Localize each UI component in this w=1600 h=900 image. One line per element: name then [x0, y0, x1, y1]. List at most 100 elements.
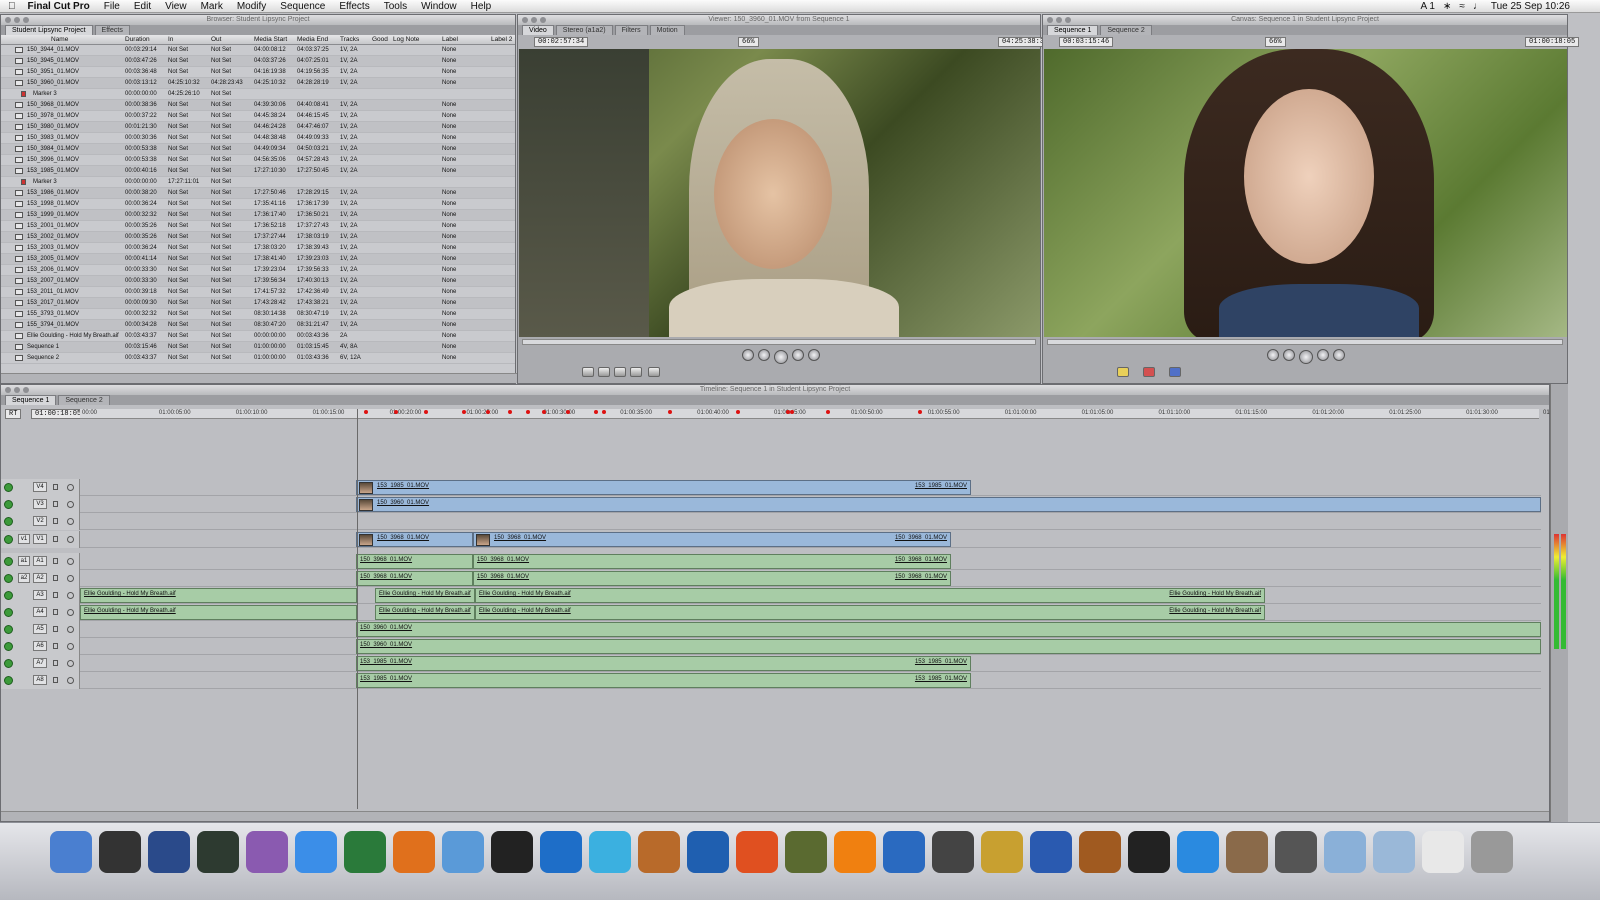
downloads-icon[interactable]: Downloads — [1422, 831, 1464, 873]
track-visibility-icon[interactable] — [4, 535, 13, 544]
photoshop-elements-icon[interactable]: Photoshop Elements — [540, 831, 582, 873]
soundtrack-icon[interactable]: Soundtrack — [197, 831, 239, 873]
play-around-button[interactable] — [792, 349, 804, 361]
close-icon[interactable] — [5, 17, 11, 23]
timeline-clip[interactable]: 150_3968_01.MOV 150_3968_01.MOV — [473, 554, 951, 569]
browser-titlebar[interactable]: Browser: Student Lipsync Project — [1, 15, 515, 25]
mark-in-button[interactable] — [598, 367, 610, 377]
safari-icon[interactable]: Safari — [295, 831, 337, 873]
play-in-out-button[interactable] — [1283, 349, 1295, 361]
timeline-ruler[interactable]: 00:00 01:00:05:00 01:00:10:00 01:00:15:00 01… — [80, 409, 1563, 419]
sequence-marker[interactable] — [668, 410, 672, 414]
browser-row[interactable]: 153_2005_01.MOV 00:00:41:14 Not Set Not Set… — [1, 254, 515, 265]
tab-sequence-2[interactable]: Sequence 2 — [1100, 25, 1152, 35]
sequence-marker[interactable] — [462, 410, 466, 414]
word-icon[interactable]: Word — [687, 831, 729, 873]
browser-scrollbar[interactable] — [1, 373, 517, 383]
sequence-marker[interactable] — [364, 410, 368, 414]
track-label[interactable]: V2 — [33, 516, 47, 526]
menu-view[interactable]: View — [165, 1, 187, 12]
tab-motion[interactable]: Motion — [649, 25, 685, 35]
play-button[interactable] — [774, 350, 788, 364]
canvas-current-tc[interactable]: 01:00:18:05 — [1525, 37, 1580, 47]
menu-effects[interactable]: Effects — [339, 1, 369, 12]
imovie-icon[interactable]: iMovie — [932, 831, 974, 873]
timeline-clip[interactable]: Ellie Goulding - Hold My Breath.aif — [375, 588, 475, 603]
timeline-clip[interactable]: 153_1985_01.MOV 153_1985_01.MOV — [356, 480, 971, 495]
sequence-marker[interactable] — [394, 410, 398, 414]
playhead[interactable] — [357, 409, 358, 809]
track-visibility-icon[interactable] — [4, 642, 13, 651]
track-label[interactable]: A7 — [33, 658, 47, 668]
timeline-clip[interactable]: 153_1985_01.MOV 153_1985_01.MOV — [356, 673, 971, 688]
canvas-video-frame[interactable] — [1044, 49, 1567, 341]
lock-icon[interactable] — [53, 536, 58, 542]
col-good[interactable]: Good — [372, 36, 388, 43]
garageband-icon[interactable]: GarageBand — [1079, 831, 1121, 873]
apple-menu-icon[interactable]:  — [8, 1, 16, 12]
minimize-icon[interactable] — [14, 387, 20, 393]
timeline-clip[interactable]: 150_3968_01.MOV 150_3968_01.MOV — [473, 532, 951, 547]
browser-row[interactable]: 153_1985_01.MOV 00:00:40:16 Not Set Not Set… — [1, 166, 515, 177]
add-marker-button[interactable] — [630, 367, 642, 377]
browser-row[interactable]: 153_1998_01.MOV 00:00:36:24 Not Set Not Set… — [1, 199, 515, 210]
quicktime-icon[interactable]: QuickTime — [1177, 831, 1219, 873]
lock-icon[interactable] — [53, 484, 58, 490]
mark-out-button[interactable] — [614, 367, 626, 377]
timeline-clip[interactable]: 153_1985_01.MOV 153_1985_01.MOV — [356, 656, 971, 671]
finder-icon[interactable]: Finder — [50, 831, 92, 873]
x11-icon[interactable]: X11 — [491, 831, 533, 873]
wifi-icon[interactable]: ≈ — [1459, 1, 1465, 12]
track-label[interactable]: A5 — [33, 624, 47, 634]
lock-icon[interactable] — [53, 609, 58, 615]
replace-button[interactable] — [1169, 367, 1181, 377]
livetype-icon[interactable]: LiveType — [148, 831, 190, 873]
browser-row[interactable]: 150_3951_01.MOV 00:03:36:48 Not Set Not Set… — [1, 67, 515, 78]
vlc-icon[interactable]: VLC — [834, 831, 876, 873]
timeline-clip[interactable]: Ellie Goulding - Hold My Breath.aif Ellie… — [475, 588, 1265, 603]
track-label[interactable]: A3 — [33, 590, 47, 600]
auto-select-icon[interactable] — [67, 484, 74, 491]
close-icon[interactable] — [5, 387, 11, 393]
canvas-scrubber[interactable] — [1047, 339, 1563, 345]
lock-icon[interactable] — [53, 643, 58, 649]
close-icon[interactable] — [1047, 17, 1053, 23]
final-cut-pro-icon[interactable]: Final Cut Pro — [99, 831, 141, 873]
zoom-icon[interactable] — [23, 387, 29, 393]
browser-row[interactable]: Sequence 2 00:03:43:37 Not Set Not Set 01:00… — [1, 353, 515, 364]
tab-effects[interactable]: Effects — [94, 25, 130, 35]
timeline-clip[interactable]: 150_3960_01.MOV — [356, 497, 1541, 512]
auto-select-icon[interactable] — [67, 660, 74, 667]
timeline-scrollbar[interactable] — [1, 811, 1549, 821]
play-in-out-button[interactable] — [758, 349, 770, 361]
lock-icon[interactable] — [53, 660, 58, 666]
auto-select-icon[interactable] — [67, 558, 74, 565]
browser-row[interactable]: Ellie Goulding - Hold My Breath.aif 00:03… — [1, 331, 515, 342]
applications-icon[interactable]: Applications — [1324, 831, 1366, 873]
canvas-titlebar[interactable]: Canvas: Sequence 1 in Student Lipsync Pr… — [1043, 15, 1567, 25]
close-icon[interactable] — [522, 17, 528, 23]
browser-row[interactable]: 153_2017_01.MOV 00:00:09:30 Not Set Not Set… — [1, 298, 515, 309]
browser-row[interactable]: Sequence 1 00:03:15:46 Not Set Not Set 01:00… — [1, 342, 515, 353]
col-name[interactable]: Name — [51, 36, 68, 43]
track-visibility-icon[interactable] — [4, 483, 13, 492]
lock-icon[interactable] — [53, 677, 58, 683]
canvas-zoom[interactable]: 66% — [1265, 37, 1286, 47]
viewer-duration-tc[interactable]: 00:02:57:34 — [534, 37, 589, 47]
prev-edit-button[interactable] — [1267, 349, 1279, 361]
clock[interactable]: Tue 25 Sep 10:26 — [1491, 1, 1570, 12]
match-frame-button[interactable] — [582, 367, 594, 377]
browser-row[interactable]: 153_2011_01.MOV 00:00:39:18 Not Set Not Set… — [1, 287, 515, 298]
timeline-clip[interactable]: Ellie Goulding - Hold My Breath.aif — [80, 605, 357, 620]
timeline-current-tc[interactable]: 01:00:18:05 — [31, 409, 86, 419]
mark-clip-button[interactable] — [648, 367, 660, 377]
play-button[interactable] — [1299, 350, 1313, 364]
browser-row[interactable]: 150_3960_01.MOV 00:03:13:12 04:25:10:32 04:… — [1, 78, 515, 89]
source-patch[interactable]: a2 — [18, 573, 30, 583]
track-visibility-icon[interactable] — [4, 591, 13, 600]
track-visibility-icon[interactable] — [4, 608, 13, 617]
sequence-marker[interactable] — [424, 410, 428, 414]
status-text[interactable]: A 1 — [1421, 1, 1435, 12]
minimize-icon[interactable] — [1056, 17, 1062, 23]
track-label[interactable]: A8 — [33, 675, 47, 685]
